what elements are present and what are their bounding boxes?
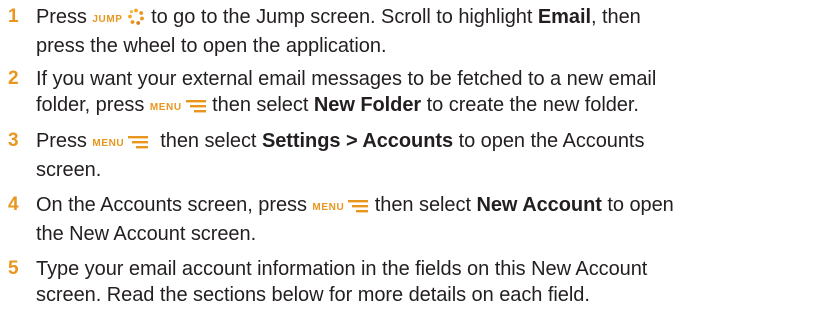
- text-run: On the Accounts screen, press: [36, 194, 313, 216]
- bold-term: New Folder: [313, 94, 422, 116]
- menu-lines-icon: [347, 195, 369, 221]
- text-run: to open: [601, 194, 674, 216]
- step-line: If you want your external email messages…: [36, 68, 657, 90]
- step-line: On the Accounts screen, press MENU then …: [36, 192, 831, 221]
- text-run: to create the new folder.: [421, 94, 639, 116]
- menu-key: MENU: [312, 192, 369, 221]
- step-text: Press MENU then select Settings > Accoun…: [36, 128, 831, 183]
- bold-term: New Account: [476, 194, 602, 216]
- bold-term: Settings: [261, 130, 341, 152]
- text-run: Press: [36, 6, 93, 28]
- text-run: then select: [369, 194, 477, 216]
- menu-key: MENU: [92, 128, 149, 157]
- step-number: 3: [8, 130, 19, 151]
- menu-lines-icon: [127, 131, 149, 157]
- jump-key-label: JUMP: [92, 14, 123, 25]
- menu-lines-icon: [185, 95, 207, 121]
- step-number: 1: [8, 6, 19, 27]
- step-text: Press JUMP to go to the Jump screen. Scr…: [36, 4, 831, 59]
- text-run: then select: [206, 94, 314, 116]
- step-number: 2: [8, 68, 19, 89]
- step-line: screen. Read the sections below for more…: [36, 284, 590, 306]
- step-line: the New Account screen.: [36, 223, 257, 245]
- step-text: On the Accounts screen, press MENU then …: [36, 192, 831, 247]
- step-line: folder, press MENU then select New Folde…: [36, 92, 831, 121]
- bold-term: Email: [537, 6, 592, 28]
- text-run: Press: [36, 130, 93, 152]
- jump-key: JUMP: [92, 4, 145, 33]
- step-line: press the wheel to open the application.: [36, 35, 387, 57]
- step-text: Type your email account information in t…: [36, 256, 831, 308]
- menu-key-label: MENU: [312, 202, 345, 213]
- step-line: Press MENU then select Settings > Accoun…: [36, 128, 831, 157]
- step-number: 4: [8, 194, 19, 215]
- jump-dots-icon: [126, 7, 146, 33]
- step-text: If you want your external email messages…: [36, 66, 831, 121]
- step-line: Press JUMP to go to the Jump screen. Scr…: [36, 4, 831, 33]
- menu-key-label: MENU: [149, 102, 182, 113]
- text-run: to open the Accounts: [453, 130, 645, 152]
- step-line: Type your email account information in t…: [36, 258, 648, 280]
- menu-key-label: MENU: [92, 138, 125, 149]
- text-run: to go to the Jump screen. Scroll to high…: [145, 6, 538, 28]
- bold-separator: >: [340, 130, 363, 152]
- step-line: screen.: [36, 159, 102, 181]
- step-number: 5: [8, 258, 19, 279]
- bold-term: Accounts: [362, 130, 454, 152]
- text-run: then select: [149, 130, 262, 152]
- text-run: , then: [591, 6, 641, 28]
- text-run: folder, press: [36, 94, 150, 116]
- menu-key: MENU: [150, 92, 207, 121]
